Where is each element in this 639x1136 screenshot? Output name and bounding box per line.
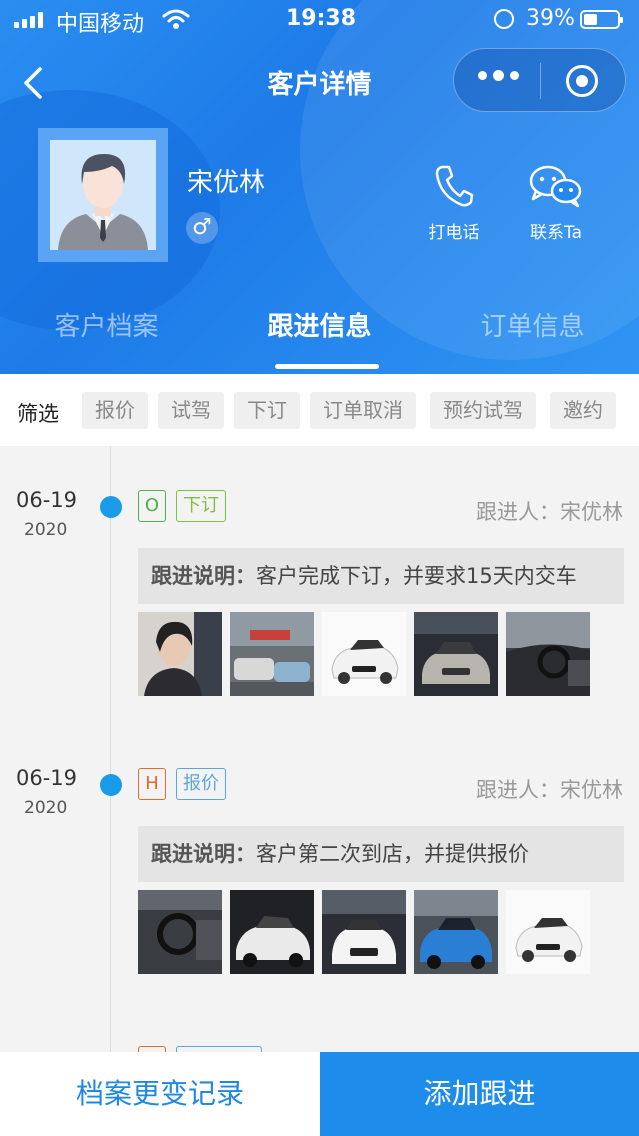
entry-year: 2020 [24, 798, 68, 818]
photo-thumbnail[interactable] [322, 612, 406, 696]
filter-chip-invite[interactable]: 邀约 [550, 392, 616, 429]
photo-thumbnail[interactable] [322, 890, 406, 974]
mini-program-capsule [453, 48, 626, 112]
photo-row [138, 890, 590, 974]
follow-up-note: 跟进说明：客户第二次到店，并提供报价 [138, 826, 624, 882]
history-button[interactable]: 档案更变记录 [0, 1052, 320, 1136]
battery-percent: 39% [526, 6, 575, 31]
call-label: 打电话 [428, 223, 480, 243]
filter-bar: 筛选 报价 试驾 下订 订单取消 预约试驾 邀约 [0, 374, 639, 446]
person-icon [58, 154, 148, 250]
follow-up-note: 跟进说明：客户完成下订，并要求15天内交车 [138, 548, 624, 604]
photo-thumbnail[interactable] [230, 890, 314, 974]
wifi-icon [162, 9, 190, 29]
photo-thumbnail[interactable] [414, 612, 498, 696]
note-text: 客户第二次到店，并提供报价 [256, 842, 529, 866]
phone-icon [435, 165, 474, 207]
follower-text: 跟进人：宋优林 [476, 778, 623, 802]
filter-chip-order[interactable]: 下订 [234, 392, 300, 429]
photo-thumbnail[interactable] [230, 612, 314, 696]
filter-chip-quote[interactable]: 报价 [82, 392, 148, 429]
photo-thumbnail[interactable] [414, 890, 498, 974]
note-text: 客户完成下订，并要求15天内交车 [256, 564, 577, 588]
timeline-dot [100, 496, 122, 518]
close-mini-program-icon[interactable] [566, 65, 598, 97]
signal-icon [14, 12, 43, 28]
filter-chip-order-cancel[interactable]: 订单取消 [310, 392, 416, 429]
photo-thumbnail[interactable] [506, 612, 590, 696]
carrier-name: 中国移动 [56, 12, 145, 37]
tab-follow-up[interactable]: 跟进信息 [213, 306, 426, 356]
type-badge: 报价 [176, 768, 226, 800]
header: 中国移动 19:38 39% 客户详情 宋优林 ♂ 打电话 联系Ta 客户档案 … [0, 0, 639, 374]
filter-chip-booking[interactable]: 预约试驾 [430, 392, 536, 429]
entry-date: 06-19 [16, 488, 78, 512]
status-bar: 中国移动 19:38 39% [0, 0, 639, 40]
male-icon: ♂ [186, 212, 218, 244]
avatar [38, 128, 168, 262]
clock: 19:38 [286, 6, 357, 31]
photo-row [138, 612, 590, 696]
timeline-dot [100, 774, 122, 796]
photo-thumbnail[interactable] [138, 890, 222, 974]
add-follow-up-button[interactable]: 添加跟进 [320, 1052, 639, 1136]
level-badge: H [138, 768, 166, 800]
more-icon[interactable] [478, 70, 519, 81]
customer-name: 宋优林 [187, 168, 266, 198]
filter-chip-test-drive[interactable]: 试驾 [158, 392, 224, 429]
wechat-icon [529, 165, 582, 208]
note-label: 跟进说明： [151, 564, 256, 588]
call-button[interactable]: 打电话 [409, 164, 499, 243]
contact-label: 联系Ta [530, 223, 582, 243]
tab-profile[interactable]: 客户档案 [0, 306, 213, 356]
filter-label: 筛选 [17, 402, 59, 426]
active-tab-indicator [275, 364, 379, 369]
rotation-lock-icon [494, 9, 514, 29]
bottom-action-bar: 档案更变记录 添加跟进 [0, 1052, 639, 1136]
timeline-line [110, 446, 111, 1056]
level-badge: O [138, 490, 166, 522]
photo-thumbnail[interactable] [506, 890, 590, 974]
note-label: 跟进说明： [151, 842, 256, 866]
battery-icon [580, 10, 623, 29]
photo-thumbnail[interactable] [138, 612, 222, 696]
tab-bar: 客户档案 跟进信息 订单信息 [0, 306, 639, 356]
entry-year: 2020 [24, 520, 68, 540]
type-badge: 下订 [176, 490, 226, 522]
follower-text: 跟进人：宋优林 [476, 500, 623, 524]
contact-button[interactable]: 联系Ta [511, 164, 601, 243]
tab-orders[interactable]: 订单信息 [426, 306, 639, 356]
entry-date: 06-19 [16, 766, 78, 790]
